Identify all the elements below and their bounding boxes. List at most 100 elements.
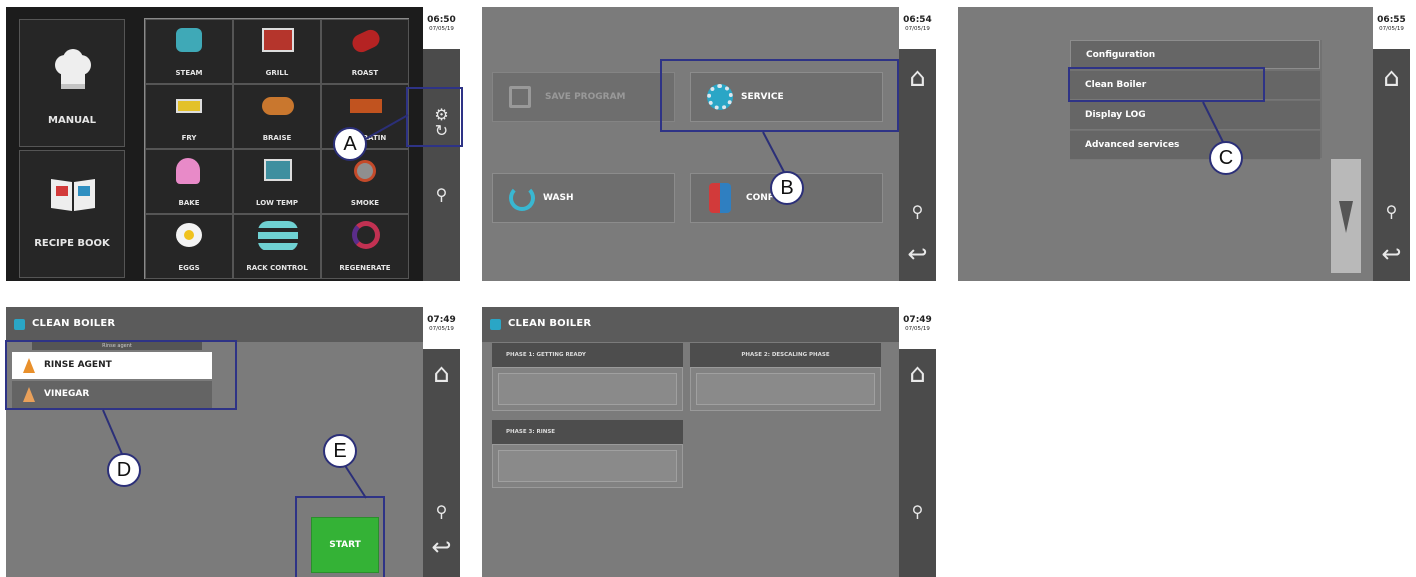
manual-tile[interactable]: MANUAL (19, 19, 125, 147)
screen-clean-boiler-phases: CLEAN BOILER PHASE 1: GETTING READY PHAS… (482, 307, 936, 577)
low-temp-label: LOW TEMP (256, 199, 298, 207)
roast-icon (349, 26, 383, 56)
braise-tile[interactable]: BRAISE (233, 84, 321, 149)
grill-icon (262, 28, 294, 52)
phase-1-panel: PHASE 1: GETTING READY (492, 343, 683, 411)
clock: 07:49 07/05/19 (423, 307, 460, 349)
highlight-c (1068, 67, 1265, 102)
eggs-tile[interactable]: EGGS (145, 214, 233, 279)
back-icon[interactable]: ↩ (423, 533, 460, 561)
menu-item-advanced-services[interactable]: Advanced services (1070, 131, 1320, 160)
regenerate-tile[interactable]: REGENERATE (321, 214, 409, 279)
scroll-down-icon[interactable] (1339, 201, 1353, 233)
sidebar: 06:55 07/05/19 ⌂ ⚲ ↩ (1373, 7, 1410, 281)
fry-icon (176, 99, 202, 113)
wash-button[interactable]: WASH (492, 173, 675, 223)
clock-date: 07/05/19 (429, 326, 454, 332)
highlight-d (5, 340, 237, 410)
screen-service-menu: Configuration Clean Boiler Display LOG A… (958, 7, 1410, 281)
highlight-a (406, 87, 463, 147)
phase-2-status (690, 367, 881, 411)
fry-tile[interactable]: FRY (145, 84, 233, 149)
roast-tile[interactable]: ROAST (321, 19, 409, 84)
wash-icon (509, 185, 535, 211)
phase-2-panel: PHASE 2: DESCALING PHASE (690, 343, 881, 411)
recipe-book-icon (51, 179, 95, 211)
regenerate-icon (352, 221, 380, 249)
home-icon[interactable]: ⌂ (423, 359, 460, 389)
page-title: CLEAN BOILER (32, 318, 116, 329)
menu-item-display-log[interactable]: Display LOG (1070, 101, 1320, 130)
low-temp-tile[interactable]: LOW TEMP (233, 149, 321, 214)
light-bulb-icon[interactable]: ⚲ (423, 185, 460, 204)
wash-label: WASH (543, 193, 574, 203)
clock: 06:55 07/05/19 (1373, 7, 1410, 49)
clock: 06:54 07/05/19 (899, 7, 936, 49)
home-icon[interactable]: ⌂ (899, 63, 936, 93)
back-icon[interactable]: ↩ (899, 240, 936, 268)
light-bulb-icon[interactable]: ⚲ (899, 202, 936, 221)
back-icon[interactable]: ↩ (1373, 240, 1410, 268)
home-icon[interactable]: ⌂ (1373, 63, 1410, 93)
eggs-icon (176, 223, 202, 247)
phase-1-status (492, 367, 683, 411)
callout-line-a (361, 114, 409, 142)
regenerate-label: REGENERATE (339, 264, 391, 272)
smoke-tile[interactable]: SMOKE (321, 149, 409, 214)
rack-control-tile[interactable]: RACK CONTROL (233, 214, 321, 279)
clock-date: 07/05/19 (429, 26, 454, 32)
scrollbar[interactable] (1331, 159, 1361, 273)
clock-date: 07/05/19 (905, 326, 930, 332)
page-title: CLEAN BOILER (508, 318, 592, 329)
save-program-button[interactable]: SAVE PROGRAM (492, 72, 675, 122)
braise-icon (262, 97, 294, 115)
phase-3-label: PHASE 3: RINSE (492, 420, 683, 444)
screen-home: MANUAL RECIPE BOOK STEAM GRILL ROAST FRY… (6, 7, 460, 281)
rack-control-icon (258, 221, 298, 251)
program-icon (14, 319, 25, 330)
steam-tile[interactable]: STEAM (145, 19, 233, 84)
cooking-mode-grid: STEAM GRILL ROAST FRY BRAISE AU GRATIN B… (144, 18, 409, 279)
program-icon (490, 319, 501, 330)
braise-label: BRAISE (262, 134, 292, 142)
bake-tile[interactable]: BAKE (145, 149, 233, 214)
clock-time: 06:54 (903, 15, 932, 25)
sidebar: 07:49 07/05/19 ⌂ ⚲ (899, 307, 936, 577)
fry-label: FRY (181, 134, 197, 142)
clock-time: 07:49 (427, 315, 456, 325)
smoke-label: SMOKE (350, 199, 380, 207)
light-bulb-icon[interactable]: ⚲ (1373, 202, 1410, 221)
phase-1-label: PHASE 1: GETTING READY (492, 343, 683, 367)
bake-icon (176, 158, 200, 184)
rack-control-label: RACK CONTROL (246, 264, 308, 272)
clock-time: 06:55 (1377, 15, 1406, 25)
callout-line-b (762, 131, 785, 173)
highlight-b (660, 59, 899, 132)
steam-icon (176, 28, 202, 52)
screen-settings: SAVE PROGRAM SERVICE WASH CONFIG 06:54 0… (482, 7, 936, 281)
callout-line-e (343, 463, 367, 499)
callout-e: E (323, 434, 357, 468)
clock-time: 07:49 (903, 315, 932, 325)
menu-item-configuration[interactable]: Configuration (1070, 40, 1320, 69)
clock-time: 06:50 (427, 15, 456, 25)
menu-item-label: Display LOG (1085, 110, 1146, 120)
titlebar: CLEAN BOILER (6, 307, 423, 342)
highlight-e (295, 496, 385, 577)
clock: 07:49 07/05/19 (899, 307, 936, 349)
light-bulb-icon[interactable]: ⚲ (899, 502, 936, 521)
clock-date: 07/05/19 (905, 26, 930, 32)
phase-3-status (492, 444, 683, 488)
low-temp-icon (264, 159, 292, 181)
chef-hat-icon (55, 49, 91, 89)
manual-label: MANUAL (48, 115, 96, 126)
menu-item-label: Advanced services (1085, 140, 1180, 150)
home-icon[interactable]: ⌂ (899, 359, 936, 389)
light-bulb-icon[interactable]: ⚲ (423, 502, 460, 521)
phase-2-label: PHASE 2: DESCALING PHASE (690, 343, 881, 367)
eggs-label: EGGS (178, 264, 200, 272)
titlebar: CLEAN BOILER (482, 307, 899, 342)
save-icon (509, 86, 531, 108)
recipe-book-tile[interactable]: RECIPE BOOK (19, 150, 125, 278)
grill-tile[interactable]: GRILL (233, 19, 321, 84)
